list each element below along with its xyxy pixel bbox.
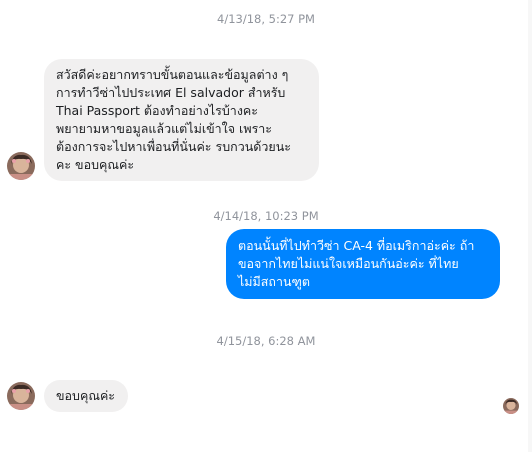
contact-avatar[interactable]	[7, 382, 35, 410]
scrollbar[interactable]	[528, 0, 532, 452]
timestamp: 4/14/18, 10:23 PM	[213, 209, 319, 223]
message-line: พยายามหาขอมูลแล้วแต่ไม่เข้าใจ เพราะ	[56, 121, 273, 136]
message-bubble-outgoing[interactable]: ตอนนั้นที่ไปทำวีซ่า CA-4 ที่อเมริกาอ่ะค่…	[226, 229, 500, 299]
timestamp: 4/15/18, 6:28 AM	[216, 334, 316, 348]
timestamp: 4/13/18, 5:27 PM	[217, 12, 315, 26]
message-line: ขอจากไทยไม่แน่ใจเหมือนกันอ่ะค่ะ ที่ไทย	[238, 256, 459, 271]
message-line: ตอนนั้นที่ไปทำวีซ่า CA-4 ที่อเมริกาอ่ะค่…	[238, 238, 475, 253]
message-line: ไม่มีสถานฑูต	[238, 274, 311, 289]
message-bubble-incoming[interactable]: ขอบคุณค่ะ	[44, 380, 128, 412]
message-line: ต้องการจะไปหาเพื่อนที่นั่นค่ะ รบกวนด้วยน…	[56, 139, 291, 154]
contact-photo-icon	[7, 382, 35, 410]
message-line: Thai Passport ต้องทำอย่างไรบ้างคะ	[56, 103, 258, 118]
message-line: สวัสดีค่ะอยากทราบขั้นตอนและข้อมูลต่าง ๆ	[56, 67, 289, 82]
contact-photo-icon	[7, 152, 35, 180]
message-line: การทำวีซ่าไปประเทศ El salvador สำหรับ	[56, 85, 286, 100]
seen-receipt-avatar	[503, 398, 519, 414]
contact-avatar[interactable]	[7, 152, 35, 180]
seen-avatar-icon	[503, 398, 519, 414]
message-line: คะ ขอบคุณค่ะ	[56, 157, 135, 172]
message-line: ขอบคุณค่ะ	[56, 388, 116, 403]
message-bubble-incoming[interactable]: สวัสดีค่ะอยากทราบขั้นตอนและข้อมูลต่าง ๆ …	[44, 59, 319, 181]
